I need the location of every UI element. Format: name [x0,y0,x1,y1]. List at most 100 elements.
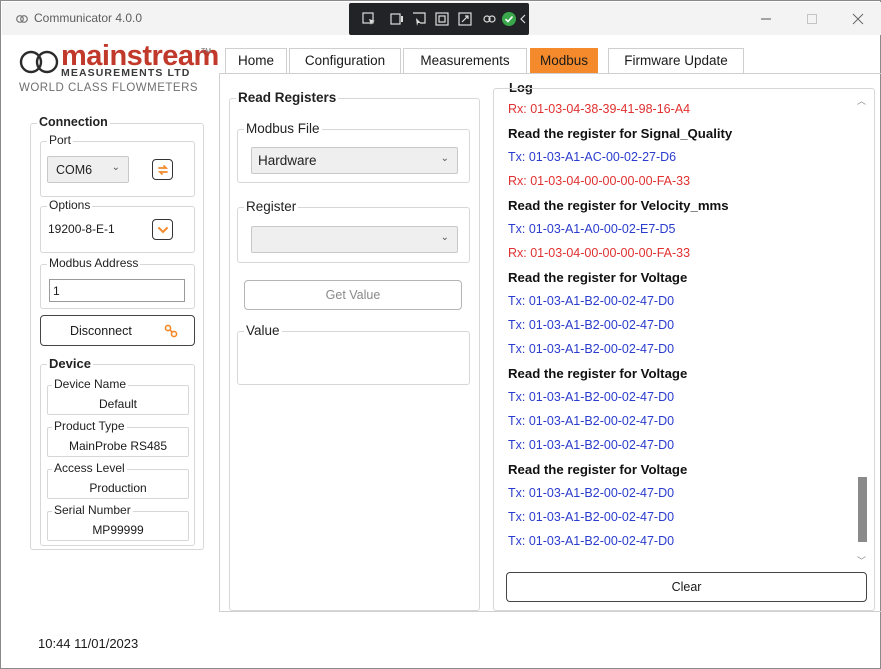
connection-title: Connection [37,115,110,129]
device-name-value: Default [98,397,138,411]
unlink-icon [164,324,178,338]
log-line: Tx: 01-03-A1-B2-00-02-47-D0 [508,390,675,404]
product-type-label: Product Type [52,419,127,433]
serial-number-label: Serial Number [52,503,133,517]
modbus-address-group: Modbus Address 1 [40,256,195,309]
port-group: Port COM6 ⌄ [40,133,195,197]
chevron-down-icon: ⌄ [440,153,449,164]
chevron-down-icon: ⌄ [440,232,449,243]
select-element-icon[interactable] [361,11,377,27]
minimize-icon [761,18,771,20]
options-expand-button[interactable] [152,219,173,240]
window-title: Communicator 4.0.0 [34,11,143,25]
logo-trademark: TM [201,48,212,55]
options-value: 19200-8-E-1 [48,222,115,236]
device-group: Device Device Name Default Product Type … [40,356,195,546]
log-line: Rx: 01-03-04-38-39-41-98-16-A4 [508,102,691,116]
disconnect-button[interactable]: Disconnect [40,315,195,346]
chevron-down-icon [158,227,168,234]
hot-reload-icon[interactable] [457,11,473,27]
check-status-icon[interactable] [501,11,517,27]
register-label: Register [244,199,299,214]
log-line: Tx: 01-03-A1-B2-00-02-47-D0 [508,534,675,548]
tab-modbus[interactable]: Modbus [530,48,598,73]
maximize-icon [807,14,817,24]
log-line: Tx: 01-03-A1-B2-00-02-47-D0 [508,318,675,332]
scroll-up-icon[interactable]: ︿ [857,94,866,107]
logo-rings-icon [19,50,59,74]
adorners-icon[interactable] [434,11,450,27]
collapse-toolbar-icon[interactable] [519,11,527,27]
scroll-down-icon[interactable]: ﹀ [857,554,866,567]
tab-firmware-update[interactable]: Firmware Update [608,48,744,73]
modbus-address-input[interactable]: 1 [49,279,185,302]
log-line: Read the register for Voltage [508,462,688,477]
close-button[interactable] [835,2,881,35]
title-bar: Communicator 4.0.0 [2,2,881,35]
log-line: Tx: 01-03-A1-AC-00-02-27-D6 [508,150,677,164]
product-type-field: Product Type MainProbe RS485 [47,419,189,457]
register-select[interactable]: ⌄ [251,226,458,253]
device-title: Device [47,356,93,371]
modbus-address-label: Modbus Address [47,256,141,270]
port-label: Port [47,133,74,147]
product-type-value: MainProbe RS485 [68,439,168,453]
clear-log-button[interactable]: Clear [506,572,867,602]
tab-firmware-update-label: Firmware Update [624,53,728,68]
refresh-icon [157,165,169,175]
read-registers-group: Read Registers Modbus File Hardware ⌄ Re… [229,90,480,611]
track-focus-icon[interactable] [411,11,427,27]
value-group: Value [237,323,470,385]
value-label: Value [244,323,282,338]
tab-home-label: Home [237,53,274,68]
app-icon [16,15,28,23]
modbus-file-group: Modbus File Hardware ⌄ [237,121,470,183]
display-layout-icon[interactable] [389,11,405,27]
tab-measurements-label: Measurements [420,53,510,68]
modbus-file-label: Modbus File [244,121,322,136]
scrollbar-thumb[interactable] [858,477,867,542]
options-group: Options 19200-8-E-1 [40,198,195,253]
log-scrollbar[interactable]: ︿ ﹀ [856,94,870,567]
modbus-file-select[interactable]: Hardware ⌄ [251,147,458,174]
tab-modbus-label: Modbus [539,53,589,68]
debug-toolbar [349,3,529,35]
log-line: Tx: 01-03-A1-B2-00-02-47-D0 [508,486,675,500]
port-select[interactable]: COM6 ⌄ [47,156,129,183]
log-line: Tx: 01-03-A1-A0-00-02-E7-D5 [508,222,676,236]
log-line: Read the register for Velocity_mms [508,198,729,213]
maximize-button[interactable] [789,2,835,35]
company-logo: mainstream TM MEASUREMENTS LTD [19,40,219,106]
device-name-field: Device Name Default [47,377,189,415]
app-window: Communicator 4.0.0 mainstream TM MEASURE… [0,0,881,669]
access-level-value: Production [89,481,147,495]
chevron-down-icon: ⌄ [111,162,120,173]
modbus-file-value: Hardware [258,153,317,168]
clear-log-label: Clear [671,580,702,594]
log-panel: Rx: 01-03-04-38-39-41-98-16-A4 Read the … [493,88,875,611]
tab-configuration-label: Configuration [304,53,386,68]
minimize-button[interactable] [743,2,789,35]
hot-reload-status-icon[interactable] [481,11,497,27]
log-line: Rx: 01-03-04-00-00-00-00-FA-33 [508,174,691,188]
tab-home[interactable]: Home [225,48,287,73]
read-registers-title: Read Registers [236,90,339,105]
refresh-ports-button[interactable] [152,159,173,180]
access-level-label: Access Level [52,461,127,475]
serial-number-field: Serial Number MP99999 [47,503,189,541]
tab-configuration[interactable]: Configuration [289,48,401,73]
log-line: Tx: 01-03-A1-B2-00-02-47-D0 [508,342,675,356]
log-line: Tx: 01-03-A1-B2-00-02-47-D0 [508,438,675,452]
get-value-label: Get Value [325,288,381,302]
close-icon [852,13,864,25]
log-line: Tx: 01-03-A1-B2-00-02-47-D0 [508,414,675,428]
get-value-button[interactable]: Get Value [244,280,462,310]
register-group: Register ⌄ [237,199,470,263]
connection-group: Connection Port COM6 ⌄ Options 19200-8-E… [30,115,204,550]
log-line: Rx: 01-03-04-00-00-00-00-FA-33 [508,246,691,260]
tab-measurements[interactable]: Measurements [403,48,527,73]
log-line: Read the register for Voltage [508,366,688,381]
log-line: Read the register for Voltage [508,270,688,285]
status-timestamp: 10:44 11/01/2023 [38,636,139,651]
log-line: Tx: 01-03-A1-B2-00-02-47-D0 [508,294,675,308]
